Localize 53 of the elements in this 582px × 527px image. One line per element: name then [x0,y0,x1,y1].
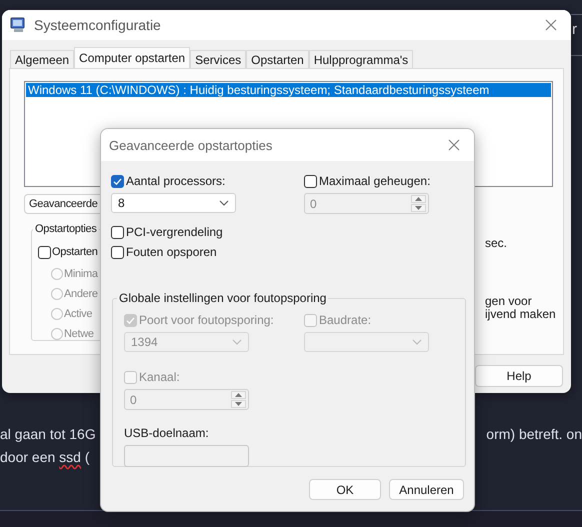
field-label: USB-doelnaam: [124,426,210,440]
list-item[interactable]: Windows 11 (C:\WINDOWS) : Huidig besturingssysteem; Standaardbesturingssysteem [26,83,551,97]
chevron-down-icon [219,200,229,206]
spin-down-button[interactable] [231,400,246,408]
close-icon [545,19,557,31]
checkbox-label: Aantal processors: [126,174,226,188]
checkbox-label: Maximaal geheugen: [319,174,430,188]
down-arrow-icon [235,402,242,406]
input-field[interactable] [124,445,249,467]
ok-button[interactable]: OK [309,479,381,500]
spin-up-button[interactable] [231,391,246,399]
dialog-title: Geavanceerde opstartopties [109,138,274,152]
checkbox-label: Baudrate: [319,313,372,327]
checkbox-label: Poort voor foutopsporing: [139,313,274,327]
tab[interactable]: Services [190,50,246,68]
up-arrow-icon [415,197,422,201]
spin-down-button[interactable] [411,204,426,212]
close-icon [448,139,460,151]
chevron-down-icon [232,339,242,345]
dropdown[interactable]: 8 [111,193,236,213]
checkbox-label: Opstarten [52,246,98,258]
text: gen voor [485,295,533,308]
group-title: Opstartopties [33,223,99,235]
spin-up-button[interactable] [411,195,426,203]
checkbox-label: PCI-vergrendeling [126,225,223,239]
text: ijvend maken [485,308,556,321]
group-title: Globale instellingen voor foutopsporing [117,291,328,305]
monitor-icon [10,17,26,33]
cancel-button[interactable]: Annuleren [389,479,464,500]
tab[interactable]: Hulpprogramma's [308,50,414,68]
radio-label: Minima [64,268,98,280]
help-button[interactable]: Help [475,365,563,387]
chevron-down-icon [412,339,422,345]
checkbox[interactable] [38,246,51,258]
checkbox[interactable] [111,174,124,188]
up-arrow-icon [235,393,242,397]
down-arrow-icon [415,206,422,210]
checkbox-label: Fouten opsporen [126,245,217,259]
text-line: orm) betreft. on [486,426,582,443]
radio-label: Active [64,308,92,320]
tab[interactable]: Algemeen [10,50,74,68]
window-title: Systeemconfiguratie [34,17,162,33]
text-line: al gaan tot 16G [0,426,96,443]
checkbox[interactable] [304,174,317,188]
tab[interactable]: Opstarten [246,50,309,68]
text: sec. [485,237,508,250]
tab[interactable]: Computer opstarten [74,47,190,68]
text-line: door een ssd ( [0,449,90,466]
radio-label: Netwe [64,328,94,340]
checkbox[interactable] [111,246,124,258]
checkbox-label: Kanaal: [139,370,180,384]
checkbox[interactable] [111,226,124,238]
radio-label: Andere [64,288,98,300]
